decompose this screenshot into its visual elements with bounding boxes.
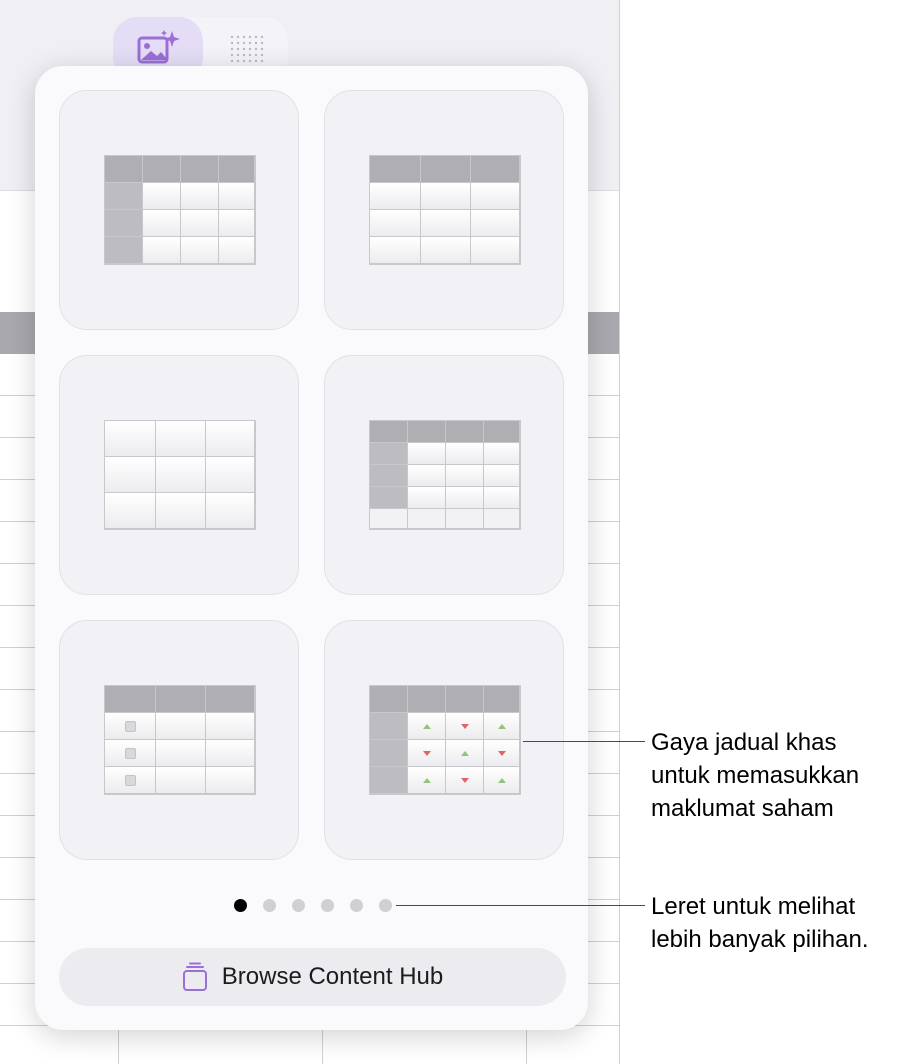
page-dot[interactable] <box>379 899 392 912</box>
swipe-callout-line <box>396 905 645 906</box>
column-line <box>322 1025 323 1064</box>
browse-button-label: Browse Content Hub <box>221 963 444 990</box>
stock-callout-line <box>523 741 645 742</box>
table-style-header-footer[interactable] <box>324 355 564 595</box>
up-arrow-icon <box>422 777 431 783</box>
table-style-popover: Browse Content Hub <box>35 66 588 1030</box>
table-thumbnail <box>369 420 521 530</box>
image-sparkle-icon <box>137 30 180 64</box>
stock-callout-text: Gaya jadual khas untuk memasukkan maklum… <box>651 729 860 822</box>
page-dot[interactable] <box>292 899 305 912</box>
column-line <box>118 1025 119 1064</box>
table-thumbnail <box>369 685 521 795</box>
up-arrow-icon <box>422 723 431 729</box>
table-thumbnail <box>104 420 256 530</box>
checkbox-icon <box>124 774 136 786</box>
down-arrow-icon <box>497 750 506 756</box>
table-style-header-row[interactable] <box>324 90 564 330</box>
checkbox-icon <box>124 747 136 759</box>
table-style-checklist[interactable] <box>59 620 299 860</box>
down-arrow-icon <box>422 750 431 756</box>
table-style-stock[interactable] <box>324 620 564 860</box>
column-line <box>526 1025 527 1064</box>
table-style-header-row-column[interactable] <box>59 90 299 330</box>
up-arrow-icon <box>497 777 506 783</box>
table-thumbnail <box>104 155 256 265</box>
content-hub-icon <box>182 962 207 991</box>
page-dot[interactable] <box>263 899 276 912</box>
up-arrow-icon <box>497 723 506 729</box>
table-thumbnail <box>369 155 521 265</box>
swipe-callout-text: Leret untuk melihat lebih banyak pilihan… <box>651 893 869 953</box>
table-style-plain[interactable] <box>59 355 299 595</box>
down-arrow-icon <box>460 723 469 729</box>
page-dot[interactable] <box>234 899 247 912</box>
dot-grid-icon <box>230 35 264 63</box>
page-dot[interactable] <box>350 899 363 912</box>
browse-content-hub-button[interactable]: Browse Content Hub <box>59 948 566 1006</box>
page-dot[interactable] <box>321 899 334 912</box>
table-thumbnail <box>104 685 256 795</box>
down-arrow-icon <box>460 777 469 783</box>
page-indicator[interactable] <box>234 899 392 912</box>
checkbox-icon <box>124 720 136 732</box>
up-arrow-icon <box>460 750 469 756</box>
